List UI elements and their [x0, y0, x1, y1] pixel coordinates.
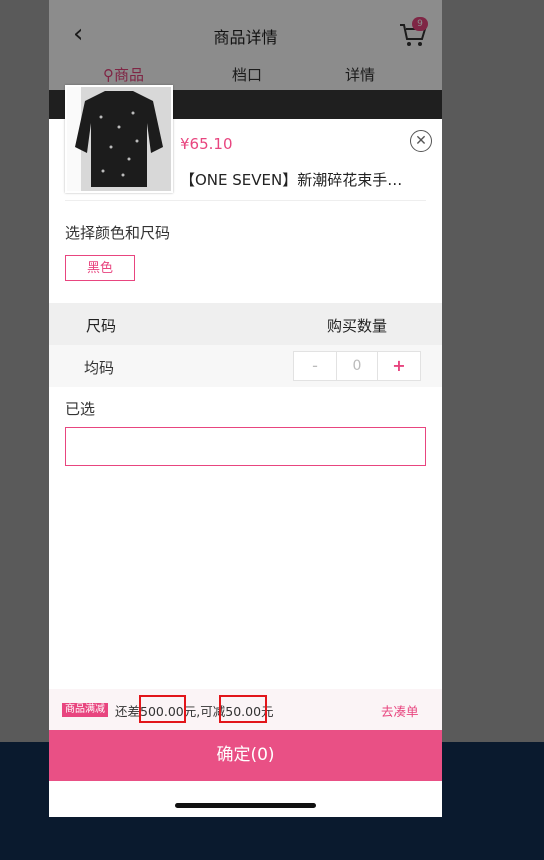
quantity-column-header: 购买数量 — [327, 317, 388, 335]
product-thumbnail — [65, 85, 173, 193]
sku-selector-sheet: ¥65.10 【ONE SEVEN】新潮碎花束手… ✕ 选择颜色和尺码 黑色 尺… — [49, 119, 442, 817]
home-indicator — [175, 803, 316, 808]
selected-items-box — [65, 427, 426, 466]
confirm-button[interactable]: 确定(0) — [49, 730, 442, 781]
highlight-box — [139, 695, 186, 723]
highlight-box — [219, 695, 267, 723]
table-row: 均码 - 0 + — [49, 345, 442, 387]
promo-bar: 商品满减 还差500.00元,可减50.00元 去凑单 — [49, 689, 442, 730]
phone-screen: ‹ 商品详情 9 ⚲商品 档口 详情 ¥65.10 【ONE SEVEN】新潮碎… — [49, 0, 442, 817]
increment-button[interactable]: + — [378, 352, 420, 380]
add-more-link[interactable]: 去凑单 — [381, 701, 419, 720]
selected-label: 已选 — [65, 400, 96, 418]
quantity-input[interactable]: 0 — [336, 352, 378, 380]
divider — [65, 200, 426, 201]
blouse-image — [67, 87, 171, 191]
color-option-black[interactable]: 黑色 — [65, 255, 135, 281]
size-value: 均码 — [84, 359, 115, 377]
product-price: ¥65.10 — [180, 135, 233, 153]
close-icon[interactable]: ✕ — [410, 130, 432, 152]
color-size-label: 选择颜色和尺码 — [65, 224, 171, 242]
promo-prefix: 还差 — [115, 704, 141, 719]
quantity-stepper: - 0 + — [293, 351, 421, 381]
size-table-header: 尺码 购买数量 — [49, 303, 442, 345]
product-title: 【ONE SEVEN】新潮碎花束手… — [180, 171, 403, 189]
size-column-header: 尺码 — [86, 317, 117, 335]
decrement-button[interactable]: - — [294, 352, 336, 380]
promo-tag: 商品满减 — [62, 703, 108, 717]
